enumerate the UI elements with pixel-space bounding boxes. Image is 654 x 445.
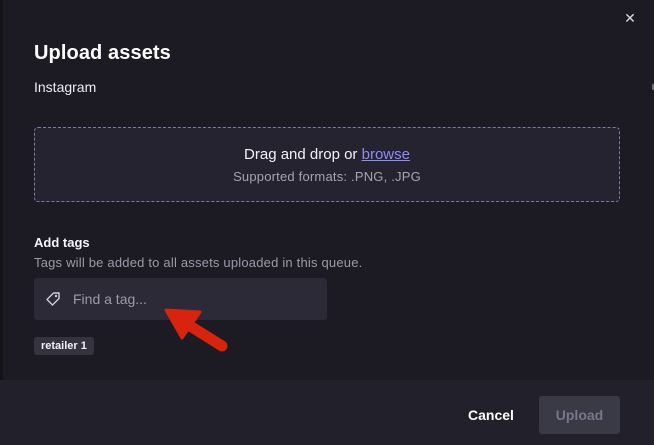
supported-formats-text: Supported formats: .PNG, .JPG	[233, 169, 421, 184]
file-dropzone[interactable]: Drag and drop or browse Supported format…	[34, 127, 620, 202]
cancel-button[interactable]: Cancel	[455, 397, 527, 433]
modal-left-edge	[0, 0, 3, 445]
tag-chip[interactable]: retailer 1	[34, 337, 94, 355]
tag-icon	[46, 292, 60, 306]
annotation-arrow	[164, 308, 228, 352]
add-tags-heading: Add tags	[34, 235, 90, 250]
browse-link[interactable]: browse	[362, 146, 410, 163]
dropzone-text: Drag and drop or	[244, 146, 362, 163]
modal-subtitle: Instagram	[34, 79, 97, 95]
add-tags-help-text: Tags will be added to all assets uploade…	[34, 255, 363, 270]
modal-title: Upload assets	[34, 42, 171, 64]
dropzone-instruction: Drag and drop or browse	[35, 146, 619, 163]
close-icon: ✕	[624, 10, 636, 26]
upload-assets-modal: ✕ Upload assets Instagram Drag and drop …	[0, 0, 654, 445]
close-button[interactable]: ✕	[622, 10, 638, 26]
upload-button[interactable]: Upload	[539, 396, 620, 434]
